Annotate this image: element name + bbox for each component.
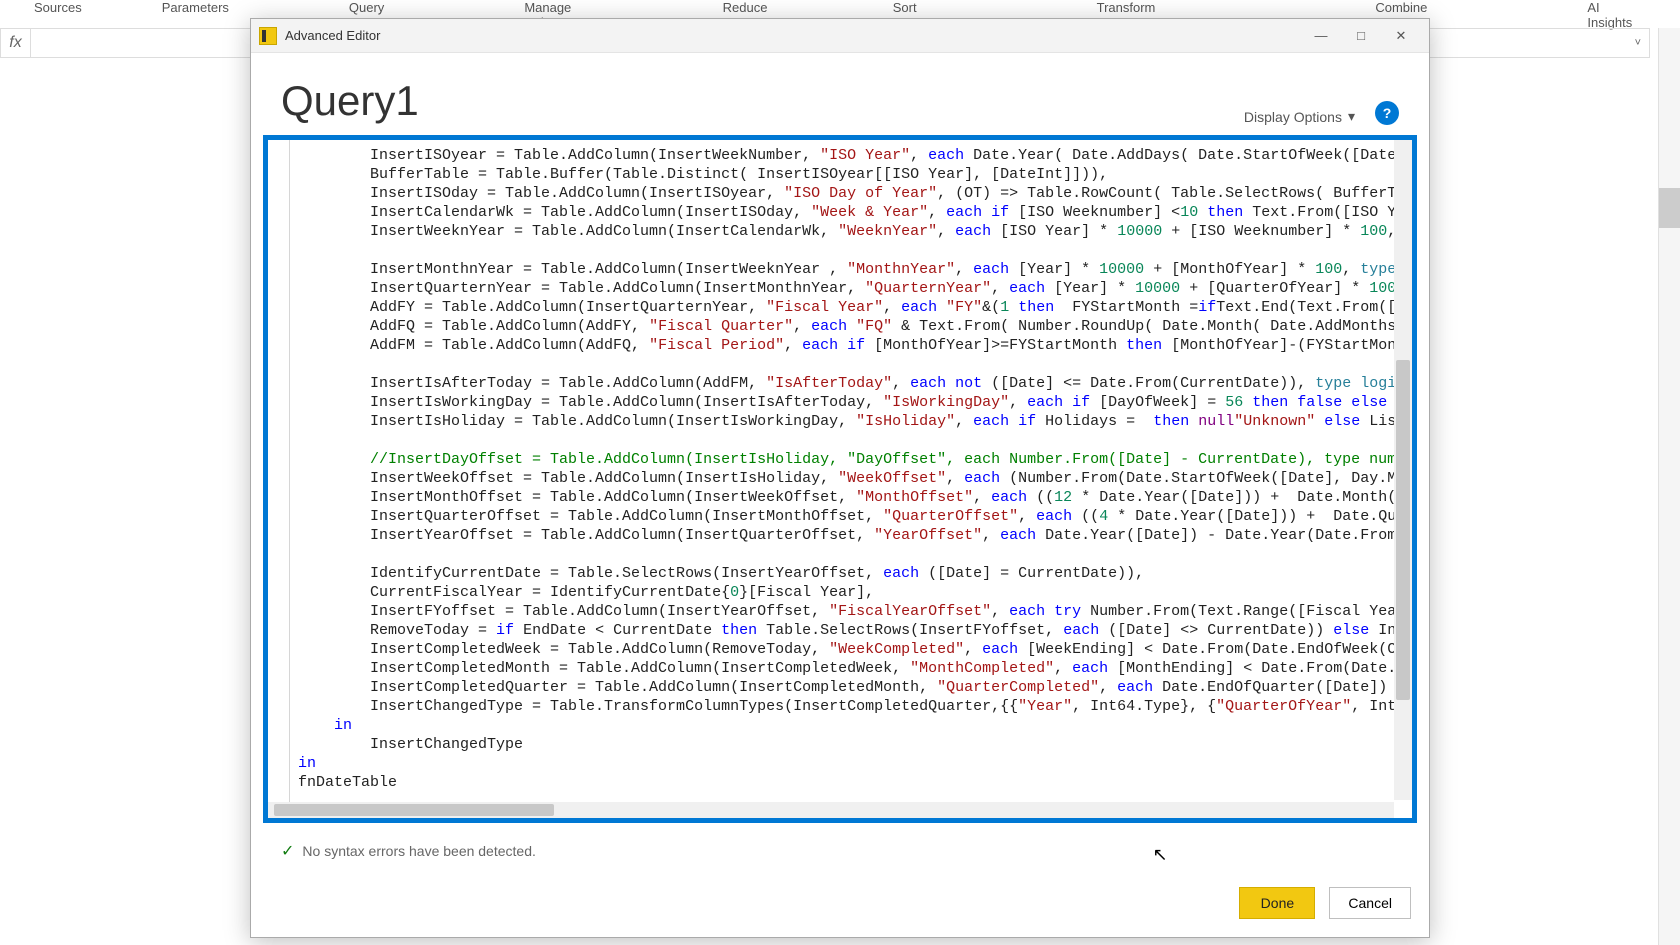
chevron-down-icon: ▾ [1348, 108, 1355, 125]
editor-horizontal-scrollbar[interactable] [268, 802, 1394, 818]
mouse-cursor-icon: ↖ [1152, 845, 1167, 866]
main-vertical-scrollbar[interactable] [1658, 28, 1680, 945]
ribbon-tab[interactable]: Transform [1057, 0, 1196, 10]
minimize-button[interactable]: — [1301, 19, 1341, 52]
dialog-titlebar: Advanced Editor — □ ✕ [251, 19, 1429, 53]
display-options-dropdown[interactable]: Display Options ▾ [1244, 108, 1355, 125]
ribbon-tab[interactable]: AI Insights [1547, 0, 1680, 10]
ribbon-tab[interactable]: Reduce Rows [683, 0, 833, 10]
dialog-title: Advanced Editor [285, 28, 1301, 43]
query-title: Query1 [281, 77, 1244, 125]
advanced-editor-dialog: Advanced Editor — □ ✕ Query1 Display Opt… [250, 18, 1430, 938]
ribbon-tab[interactable]: Parameters [122, 0, 269, 10]
editor-vertical-scrollbar[interactable] [1394, 140, 1412, 800]
ribbon-tab[interactable]: Sources [0, 0, 122, 10]
code-editor[interactable]: InsertISOyear = Table.AddColumn(InsertWe… [268, 140, 1412, 818]
fx-icon[interactable]: fx [1, 29, 31, 57]
expand-formula-icon[interactable]: ˅ [1635, 37, 1641, 49]
ribbon-tab[interactable]: Manage Columns [484, 0, 652, 10]
ribbon-tab[interactable]: Query [309, 0, 424, 10]
syntax-status: ✓ No syntax errors have been detected. [267, 837, 1413, 865]
ribbon-tab[interactable]: Combine [1335, 0, 1467, 10]
checkmark-icon: ✓ [281, 841, 294, 861]
status-text: No syntax errors have been detected. [302, 843, 535, 859]
code-editor-frame: InsertISOyear = Table.AddColumn(InsertWe… [263, 135, 1417, 823]
powerbi-logo-icon [259, 27, 277, 45]
help-button[interactable]: ? [1375, 101, 1399, 125]
ribbon-tab[interactable]: Sort [853, 0, 957, 10]
dialog-footer: Done Cancel [1239, 887, 1411, 919]
cancel-button[interactable]: Cancel [1329, 887, 1411, 919]
display-options-label: Display Options [1244, 109, 1342, 125]
close-button[interactable]: ✕ [1381, 19, 1421, 52]
maximize-button[interactable]: □ [1341, 19, 1381, 52]
ribbon-tabs: Sources Parameters Query Manage Columns … [0, 0, 1680, 10]
done-button[interactable]: Done [1239, 887, 1315, 919]
